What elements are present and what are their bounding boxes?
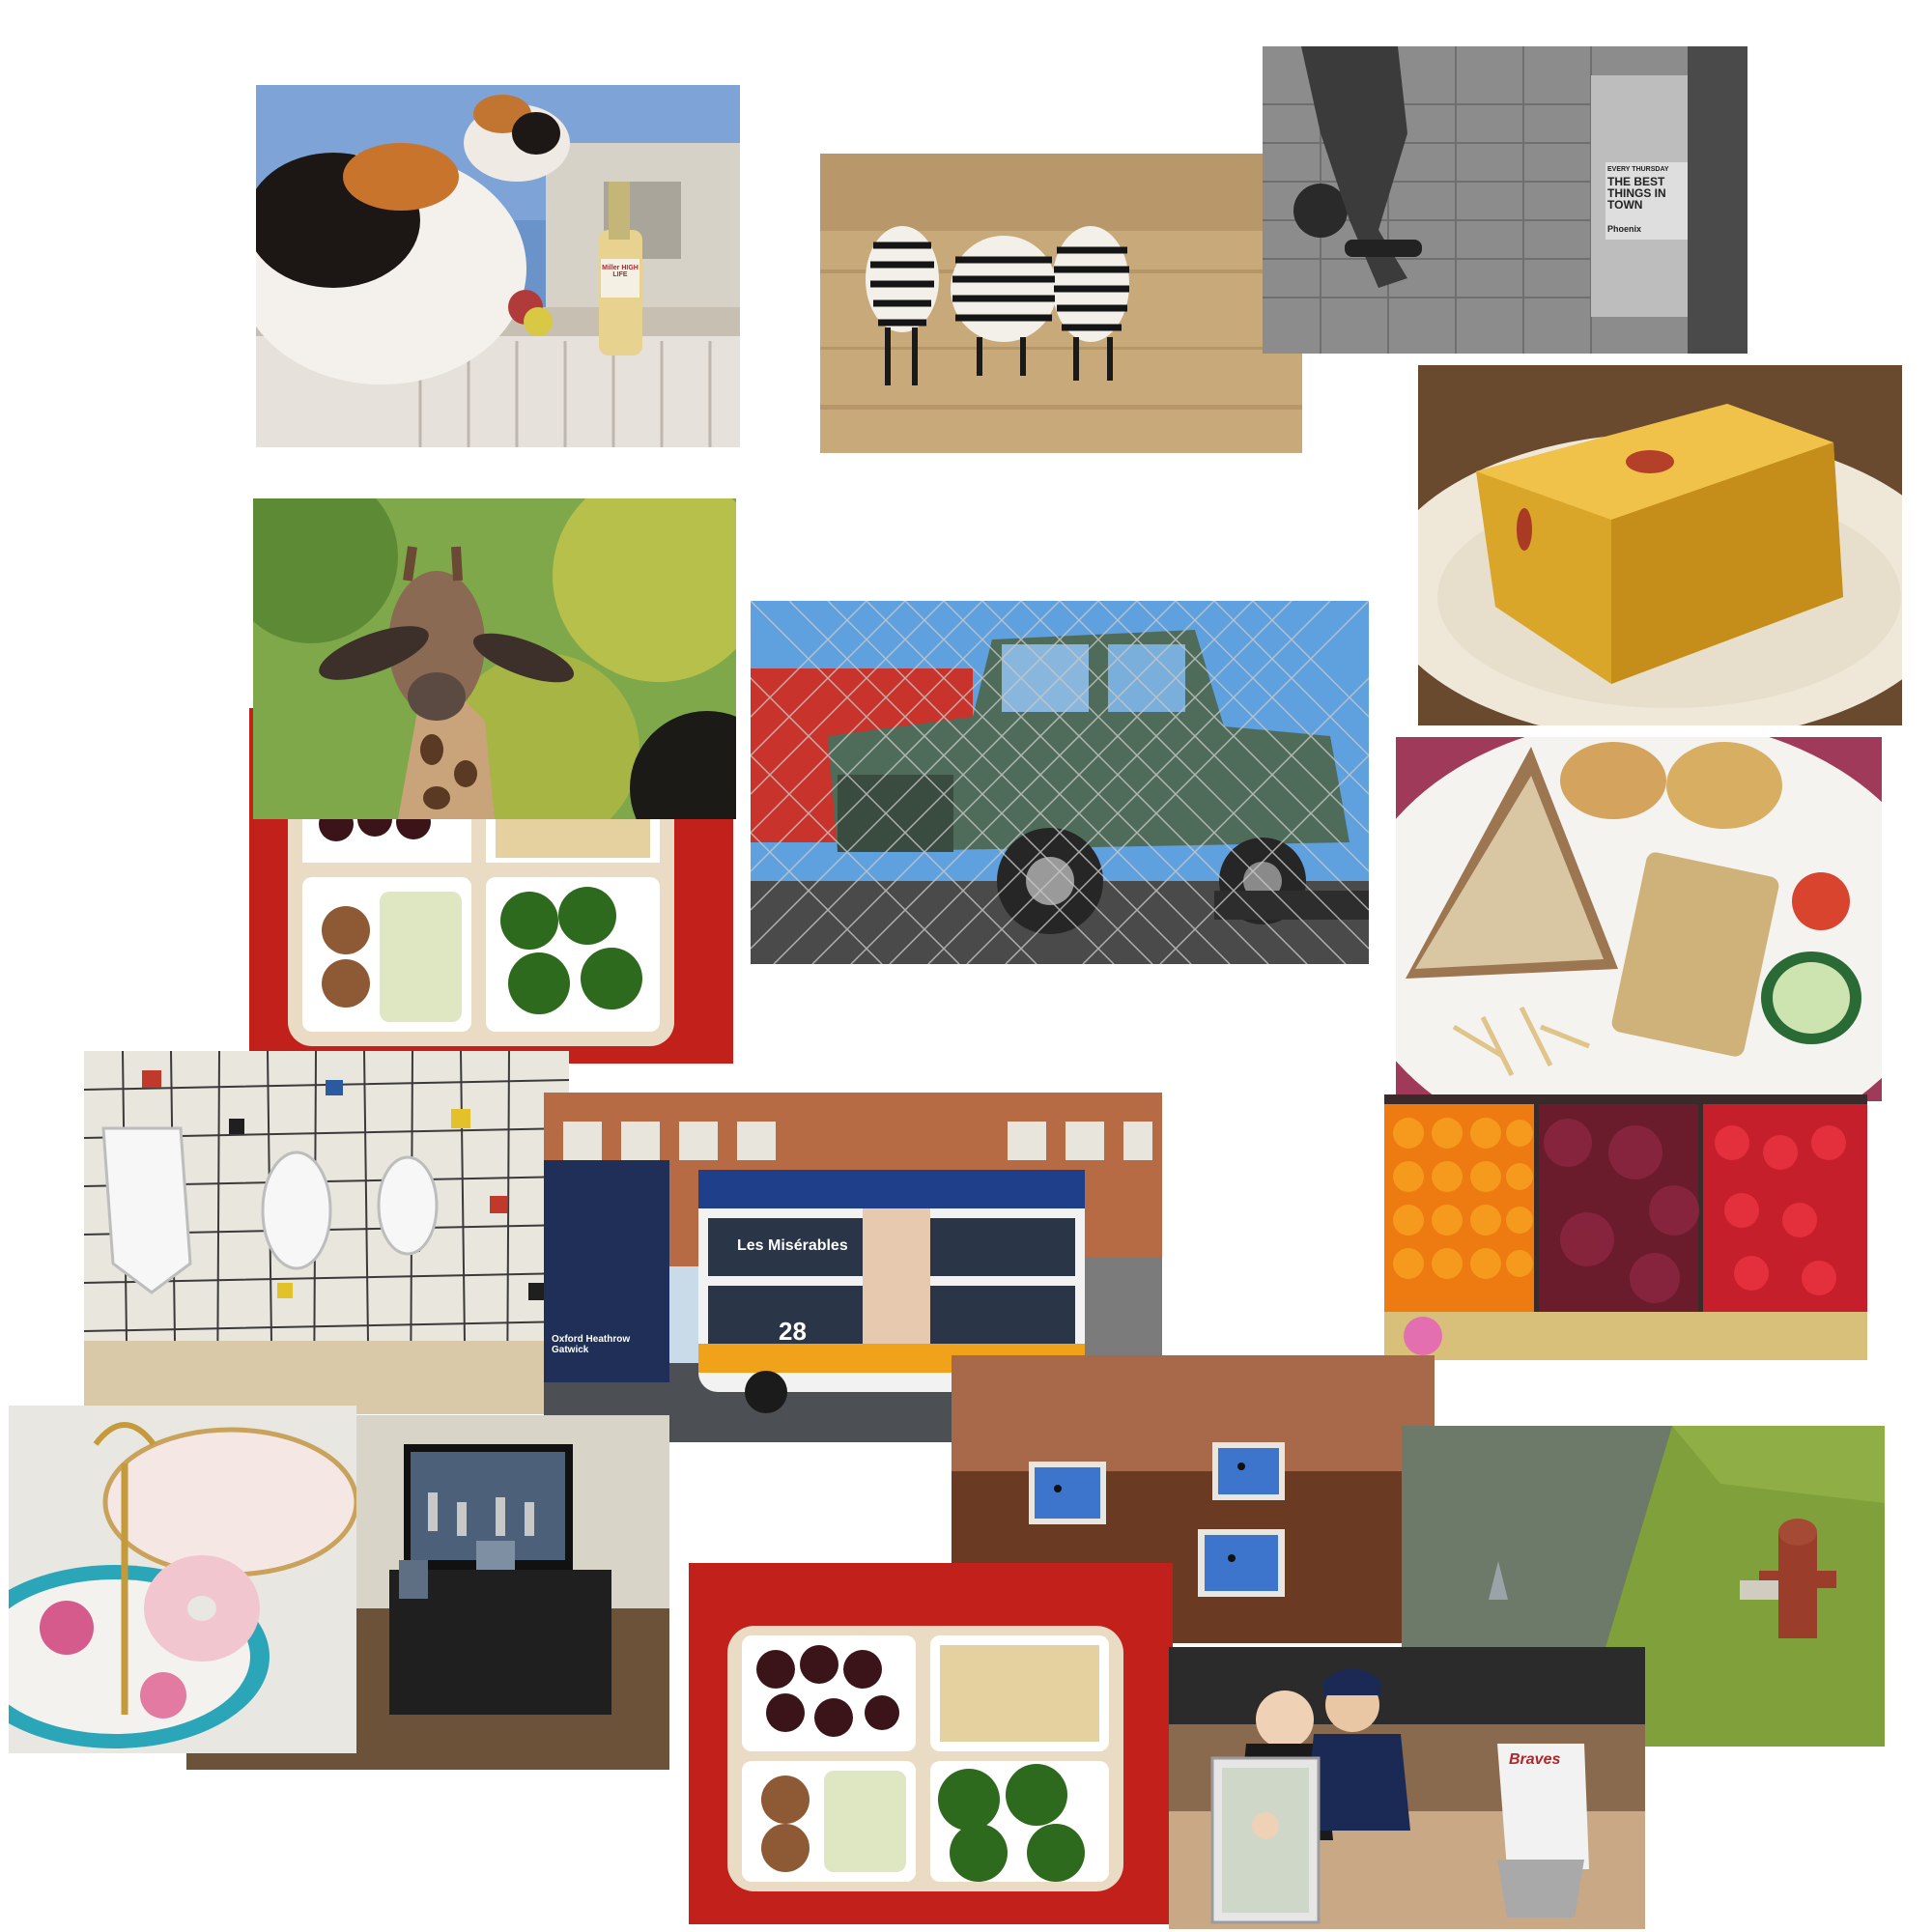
newsbox-sign-top: EVERY THURSDAY xyxy=(1607,166,1669,173)
photo-baseball: Braves xyxy=(1169,1647,1645,1929)
photo-giraffe-overlay xyxy=(253,498,736,819)
photo-donut xyxy=(9,1406,356,1753)
photo-urinals xyxy=(84,1051,569,1414)
photo-cat-beer: Miller HIGH LIFE xyxy=(256,85,740,447)
photo-skateboarder: EVERY THURSDAY THE BEST THINGS IN TOWN P… xyxy=(1263,46,1747,354)
photo-sandwich xyxy=(1396,737,1882,1101)
photo-jelly xyxy=(1418,365,1902,725)
beer-label: Miller HIGH LIFE xyxy=(602,265,639,278)
newsbox-sign-brand: Phoenix xyxy=(1607,224,1642,234)
photo-fruit xyxy=(1384,1094,1867,1360)
newsbox-sign-main: THE BEST THINGS IN TOWN xyxy=(1607,175,1666,212)
coach-destination-text: Oxford Heathrow Gatwick xyxy=(552,1334,631,1355)
jersey-text: Braves xyxy=(1509,1751,1561,1768)
photo-zebras xyxy=(820,154,1302,453)
bus-advert-text: Les Misérables xyxy=(737,1237,848,1254)
photo-truck xyxy=(751,601,1369,964)
photo-bento-bottom xyxy=(689,1563,1173,1924)
bus-route-number: 28 xyxy=(779,1317,807,1346)
